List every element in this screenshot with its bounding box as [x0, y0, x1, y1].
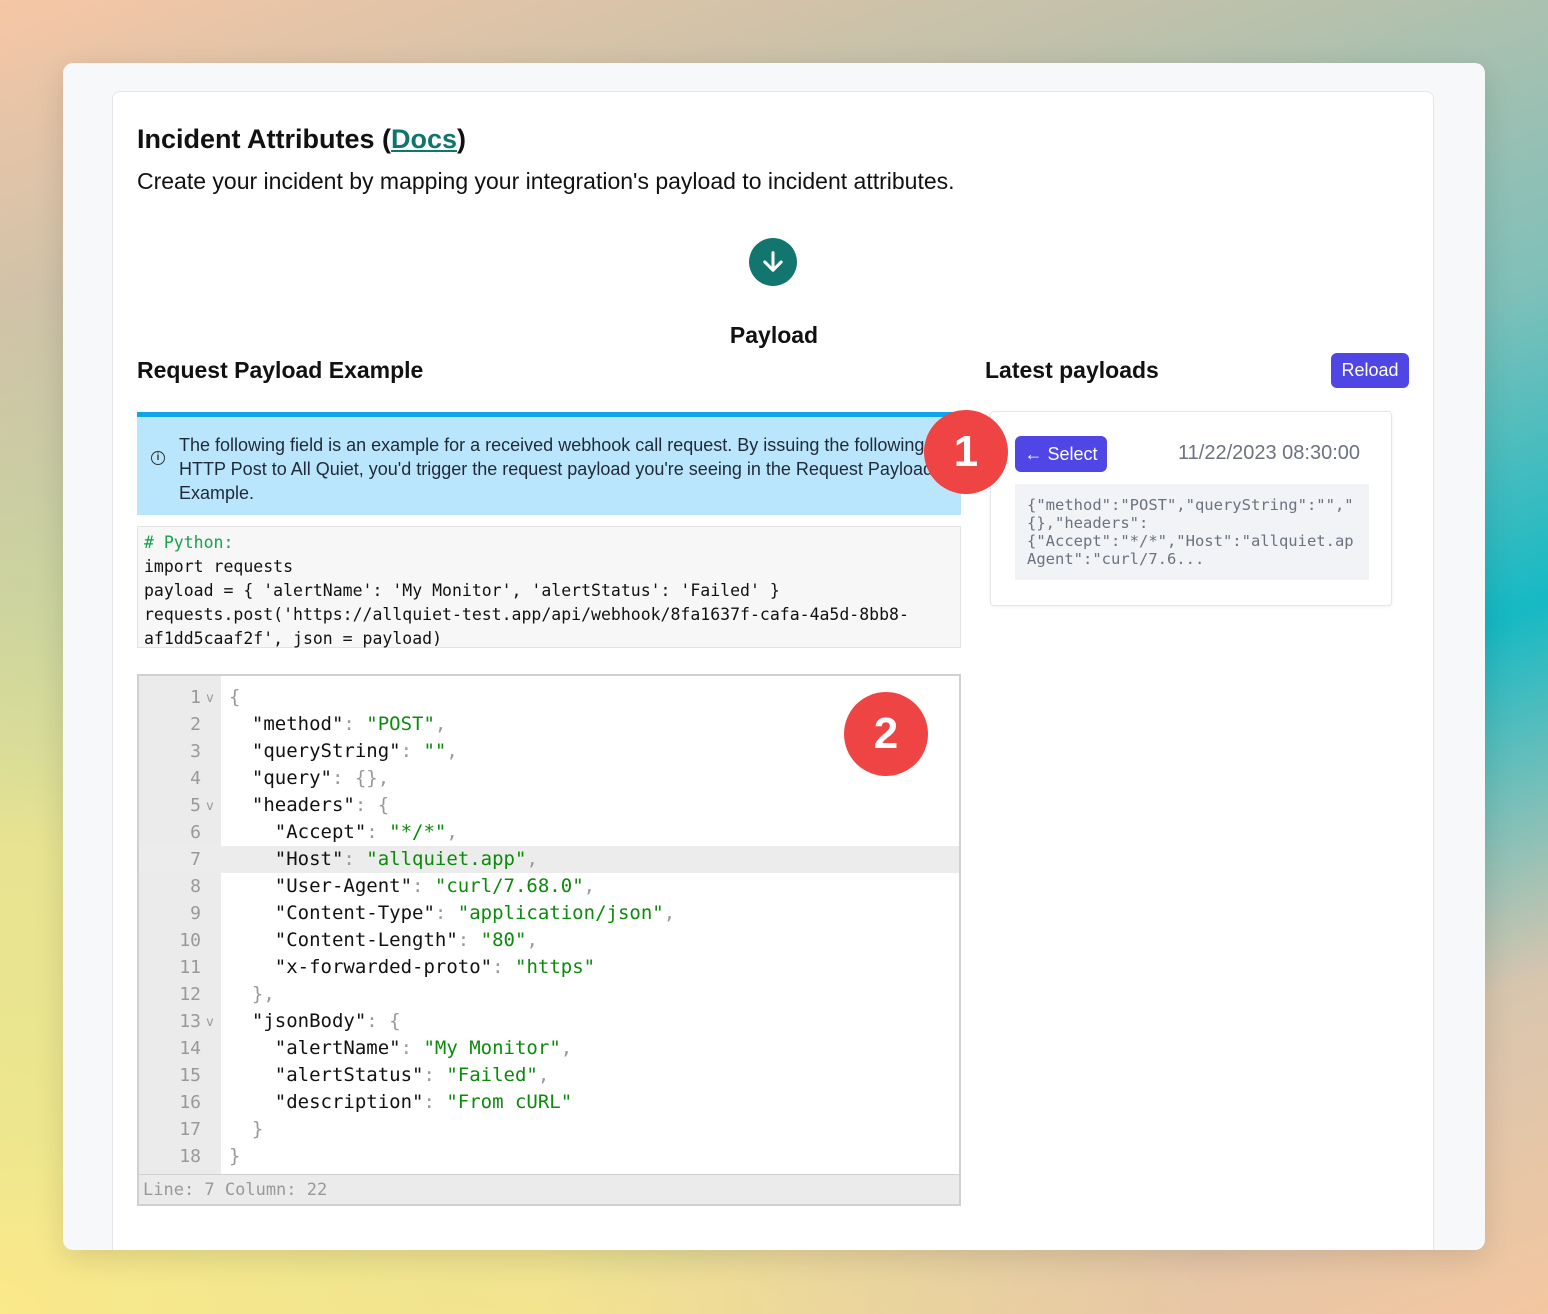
editor-line[interactable]: 9 "Content-Type": "application/json",: [139, 900, 959, 927]
line-number: 11: [179, 957, 201, 978]
line-number: 2: [190, 714, 201, 735]
select-button[interactable]: ← Select: [1015, 436, 1107, 472]
line-number: 10: [179, 930, 201, 951]
line-number: 15: [179, 1065, 201, 1086]
line-content: "method": "POST",: [229, 713, 447, 735]
line-content: "headers": {: [229, 794, 390, 816]
line-content: "Host": "allquiet.app",: [229, 848, 538, 870]
editor-line[interactable]: 12 },: [139, 981, 959, 1008]
code-comment: # Python:: [144, 533, 234, 552]
line-content: "alertStatus": "Failed",: [229, 1064, 550, 1086]
line-content: "Content-Type": "application/json",: [229, 902, 676, 924]
fold-chevron-icon[interactable]: v: [206, 685, 214, 712]
line-content: "Content-Length": "80",: [229, 929, 538, 951]
line-content: "query": {},: [229, 767, 390, 789]
line-number: 4: [190, 768, 201, 789]
line-number: 6: [190, 822, 201, 843]
line-number: 14: [179, 1038, 201, 1059]
info-alert: i The following field is an example for …: [137, 412, 961, 515]
editor-status-bar: Line: 7 Column: 22: [139, 1174, 959, 1204]
line-content: "queryString": "",: [229, 740, 458, 762]
line-content: "User-Agent": "curl/7.68.0",: [229, 875, 596, 897]
editor-line[interactable]: 10 "Content-Length": "80",: [139, 927, 959, 954]
line-content: }: [229, 1118, 264, 1140]
line-content: "jsonBody": {: [229, 1010, 401, 1032]
latest-payload-card: ← Select 11/22/2023 08:30:00 {"method":"…: [990, 411, 1392, 606]
line-content: {: [229, 686, 241, 708]
editor-line[interactable]: 5v "headers": {: [139, 792, 959, 819]
arrow-down-icon: [749, 238, 797, 286]
latest-payloads-heading: Latest payloads: [985, 357, 1159, 383]
editor-line[interactable]: 4 "query": {},: [139, 765, 959, 792]
fold-chevron-icon[interactable]: v: [206, 1009, 214, 1036]
line-number: 5: [190, 795, 201, 816]
python-code-block: # Python: import requests payload = { 'a…: [137, 526, 961, 648]
page-subtitle: Create your incident by mapping your int…: [137, 168, 955, 194]
line-content: "x-forwarded-proto": "https": [229, 956, 596, 978]
editor-line[interactable]: 2 "method": "POST",: [139, 711, 959, 738]
line-content: },: [229, 983, 275, 1005]
line-content: }: [229, 1145, 241, 1167]
line-content: "description": "From cURL": [229, 1091, 573, 1113]
reload-button[interactable]: Reload: [1331, 353, 1409, 388]
line-number: 16: [179, 1092, 201, 1113]
line-number: 7: [190, 849, 201, 870]
app-window: Incident Attributes (Docs) Create your i…: [63, 63, 1485, 1250]
line-number: 9: [190, 903, 201, 924]
request-payload-heading: Request Payload Example: [137, 357, 424, 383]
editor-line[interactable]: 11 "x-forwarded-proto": "https": [139, 954, 959, 981]
editor-line[interactable]: 7 "Host": "allquiet.app",: [139, 846, 959, 873]
editor-line[interactable]: 18}: [139, 1143, 959, 1170]
incident-attributes-card: Incident Attributes (Docs) Create your i…: [112, 91, 1434, 1250]
page-title: Incident Attributes (Docs): [137, 124, 467, 154]
line-number: 12: [179, 984, 201, 1005]
docs-link[interactable]: Docs: [391, 124, 457, 154]
line-content: "alertName": "My Monitor",: [229, 1037, 573, 1059]
line-number: 13: [179, 1011, 201, 1032]
editor-line[interactable]: 6 "Accept": "*/*",: [139, 819, 959, 846]
line-number: 17: [179, 1119, 201, 1140]
editor-line[interactable]: 17 }: [139, 1116, 959, 1143]
fold-chevron-icon[interactable]: v: [206, 793, 214, 820]
payload-timestamp: 11/22/2023 08:30:00: [1178, 442, 1361, 464]
line-number: 3: [190, 741, 201, 762]
code-line: requests.post('https://allquiet-test.app…: [144, 605, 909, 624]
editor-line[interactable]: 15 "alertStatus": "Failed",: [139, 1062, 959, 1089]
editor-line[interactable]: 8 "User-Agent": "curl/7.68.0",: [139, 873, 959, 900]
line-number: 1: [190, 687, 201, 708]
editor-line[interactable]: 14 "alertName": "My Monitor",: [139, 1035, 959, 1062]
payload-preview[interactable]: {"method":"POST","queryString":""," {},"…: [1015, 484, 1369, 580]
annotation-badge-1: 1: [924, 410, 1008, 494]
editor-line[interactable]: 3 "queryString": "",: [139, 738, 959, 765]
code-line: import requests: [144, 557, 294, 576]
payload-heading: Payload: [729, 322, 819, 348]
json-editor[interactable]: 1 v{2 "method": "POST", 3 "queryString": "…: [137, 674, 961, 1206]
info-icon: i: [151, 451, 165, 465]
line-number: 18: [179, 1146, 201, 1167]
editor-line[interactable]: 13 v "jsonBody": {: [139, 1008, 959, 1035]
code-line: af1dd5caaf2f', json = payload): [144, 629, 443, 648]
line-number: 8: [190, 876, 201, 897]
info-text: The following field is an example for a …: [179, 435, 933, 503]
annotation-badge-2: 2: [844, 692, 928, 776]
editor-line[interactable]: 1 v {: [139, 684, 959, 711]
editor-line[interactable]: 16 "description": "From cURL": [139, 1089, 959, 1116]
line-content: "Accept": "*/*",: [229, 821, 458, 843]
code-line: payload = { 'alertName': 'My Monitor', '…: [144, 581, 780, 600]
